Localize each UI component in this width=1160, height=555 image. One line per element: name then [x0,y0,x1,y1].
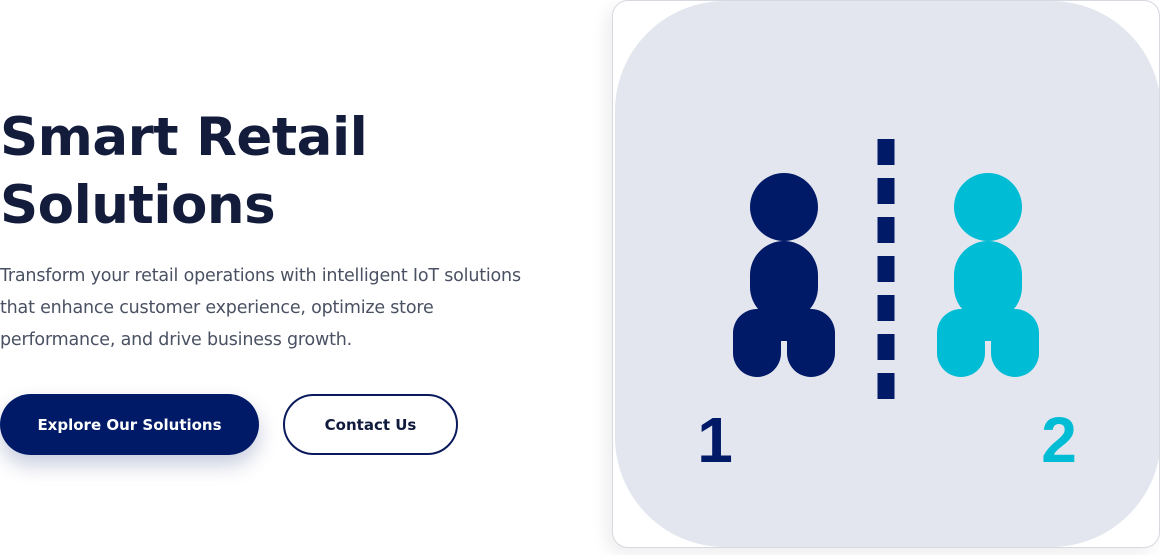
hero-description: Transform your retail operations with in… [0,260,560,356]
social-distancing-illustration: 1 2 [615,1,1159,547]
hero-title: Smart Retail Solutions [0,104,520,240]
explore-solutions-button[interactable]: Explore Our Solutions [0,394,259,455]
hero-description-line-1: Transform your retail operations with in… [0,266,521,286]
hero-title-line-1: Smart Retail [0,107,368,168]
hero-description-line-3: performance, and drive business growth. [0,330,353,350]
person-1-label: 1 [697,404,733,476]
illustration-card: 1 2 [612,0,1160,548]
hero-section: Smart Retail Solutions Transform your re… [0,0,560,555]
hero-title-line-2: Solutions [0,175,276,236]
contact-us-button[interactable]: Contact Us [283,394,458,455]
person-2-label: 2 [1041,404,1077,476]
hero-description-line-2: that enhance customer experience, optimi… [0,298,434,318]
